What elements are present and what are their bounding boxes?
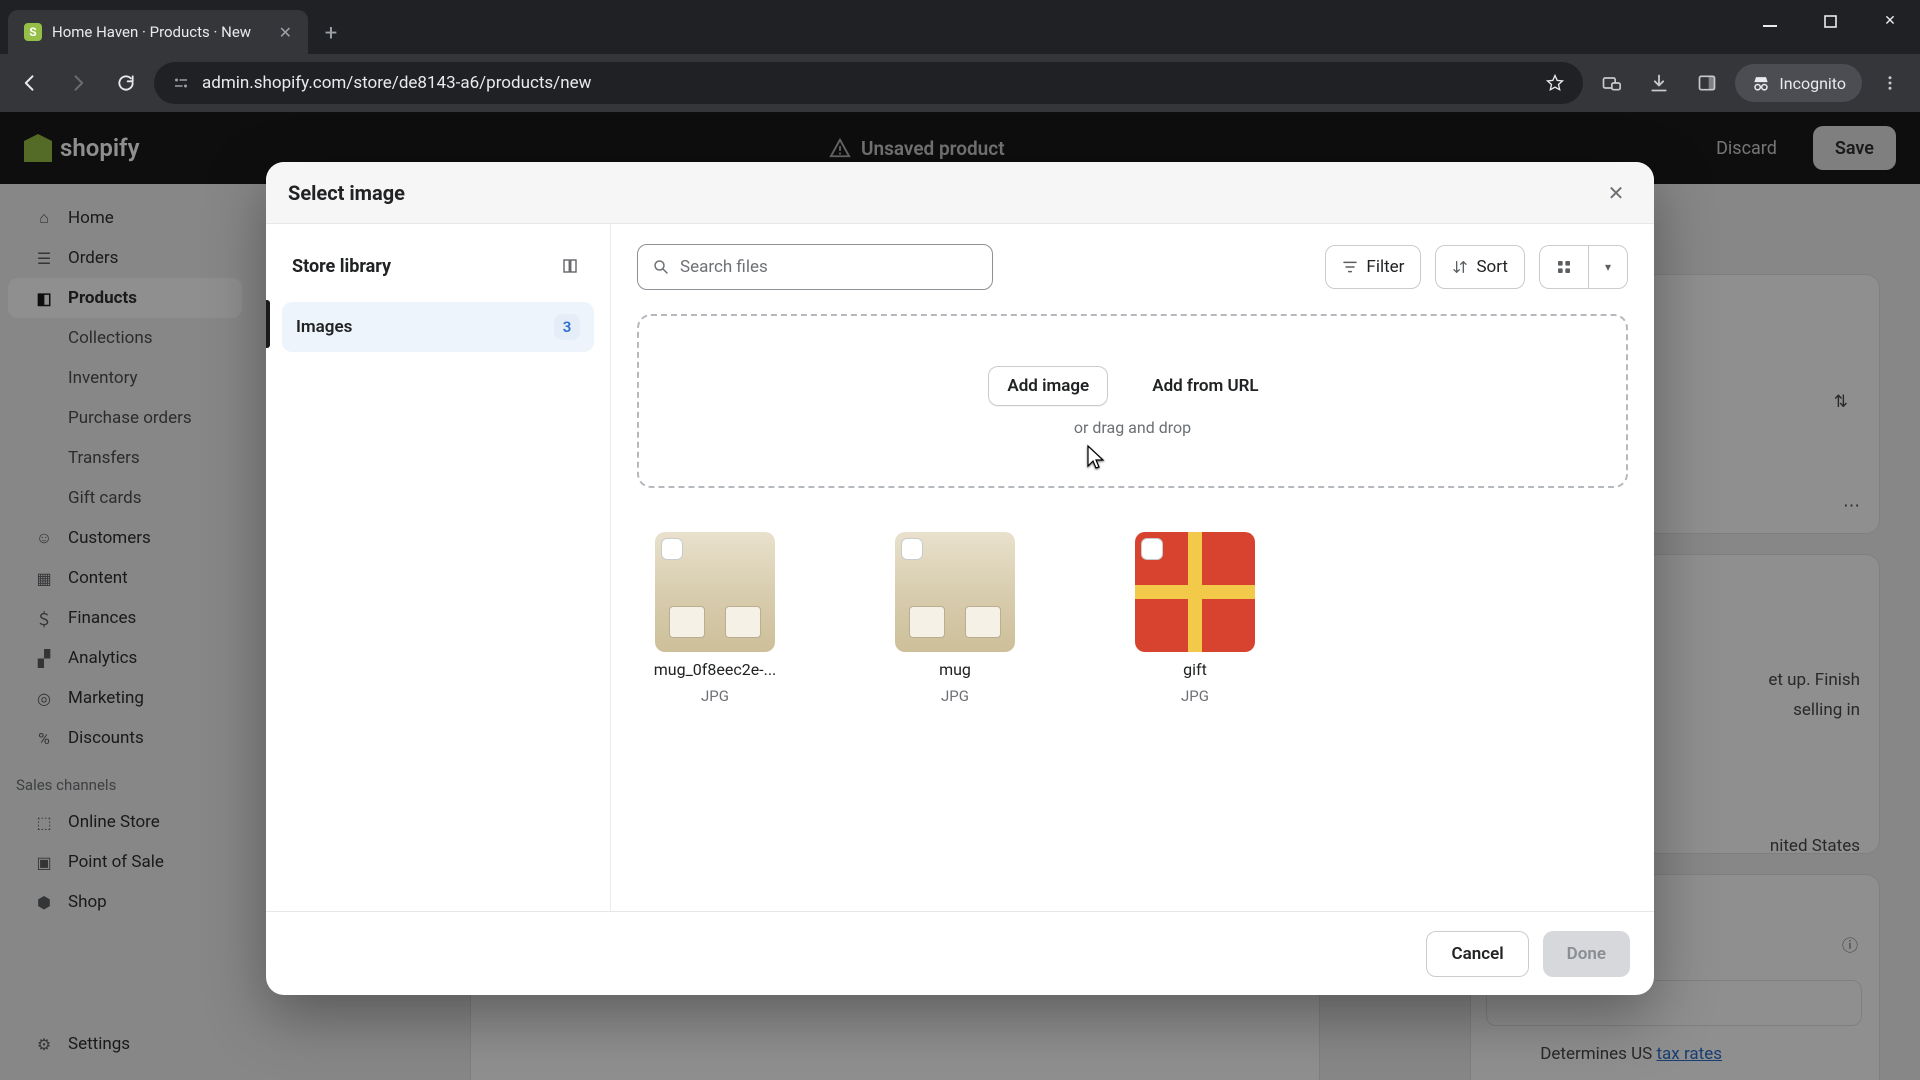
search-files-input[interactable]: Search files [637, 244, 993, 290]
site-settings-icon[interactable] [172, 74, 190, 92]
sidepanel-icon[interactable] [1687, 63, 1727, 103]
tab-close-icon[interactable]: ✕ [279, 23, 292, 42]
incognito-icon [1751, 73, 1771, 93]
upload-dropzone[interactable]: Add image Add from URL or drag and drop [637, 314, 1628, 488]
chevron-down-icon: ▾ [1605, 260, 1611, 274]
library-collapse-icon[interactable] [554, 250, 586, 282]
add-from-url-button[interactable]: Add from URL [1134, 366, 1276, 406]
file-thumb[interactable]: mug_0f8eec2e-... JPG [645, 532, 785, 705]
filter-button[interactable]: Filter [1325, 245, 1421, 289]
thumb-name: gift [1183, 660, 1207, 679]
view-dropdown-button[interactable]: ▾ [1588, 245, 1628, 289]
dropzone-hint: or drag and drop [1074, 418, 1191, 437]
images-filter[interactable]: Images 3 [282, 302, 594, 352]
thumb-checkbox[interactable] [901, 538, 923, 560]
view-grid-button[interactable] [1539, 245, 1588, 289]
file-thumb[interactable]: mug JPG [885, 532, 1025, 705]
browser-tab[interactable]: S Home Haven · Products · New ✕ [8, 10, 308, 54]
thumb-name: mug_0f8eec2e-... [654, 660, 777, 679]
browser-toolbar: admin.shopify.com/store/de8143-a6/produc… [0, 54, 1920, 112]
active-marker [266, 300, 270, 348]
url-text: admin.shopify.com/store/de8143-a6/produc… [202, 73, 1533, 93]
thumb-image [1135, 532, 1255, 652]
tab-title: Home Haven · Products · New [52, 23, 269, 41]
nav-forward-button[interactable] [58, 63, 98, 103]
search-placeholder: Search files [680, 257, 768, 277]
nav-reload-button[interactable] [106, 63, 146, 103]
sort-button[interactable]: Sort [1435, 245, 1525, 289]
images-filter-label: Images [296, 317, 352, 337]
thumb-ext: JPG [941, 687, 969, 705]
modal-title: Select image [288, 181, 405, 205]
filter-icon [1342, 259, 1358, 275]
new-tab-button[interactable]: + [314, 16, 348, 50]
file-grid: mug_0f8eec2e-... JPG mug JPG gift [637, 512, 1628, 725]
shopify-favicon-icon: S [24, 23, 42, 41]
address-bar[interactable]: admin.shopify.com/store/de8143-a6/produc… [154, 62, 1583, 104]
window-close-button[interactable]: ✕ [1860, 0, 1920, 42]
incognito-badge[interactable]: Incognito [1735, 64, 1862, 102]
modal-sidebar: Store library Images 3 [266, 224, 611, 911]
thumb-ext: JPG [701, 687, 729, 705]
thumb-ext: JPG [1181, 687, 1209, 705]
window-maximize-button[interactable] [1800, 0, 1860, 42]
modal-close-button[interactable]: ✕ [1600, 177, 1632, 209]
browser-menu-icon[interactable] [1870, 63, 1910, 103]
select-image-modal: Select image ✕ Store library Images 3 [266, 162, 1654, 995]
bookmark-star-icon[interactable] [1545, 73, 1565, 93]
downloads-icon[interactable] [1639, 63, 1679, 103]
images-count-badge: 3 [554, 314, 580, 340]
grid-icon [1556, 259, 1572, 275]
thumb-image [895, 532, 1015, 652]
media-control-icon[interactable] [1591, 63, 1631, 103]
browser-tabstrip: S Home Haven · Products · New ✕ + ✕ [0, 0, 1920, 54]
done-button[interactable]: Done [1543, 931, 1630, 977]
thumb-checkbox[interactable] [1141, 538, 1163, 560]
thumb-checkbox[interactable] [661, 538, 683, 560]
thumb-name: mug [939, 660, 971, 679]
add-image-button[interactable]: Add image [988, 366, 1108, 406]
modal-overlay: Select image ✕ Store library Images 3 [0, 112, 1920, 1080]
nav-back-button[interactable] [10, 63, 50, 103]
window-minimize-button[interactable] [1740, 0, 1800, 42]
thumb-image [655, 532, 775, 652]
sort-icon [1452, 259, 1468, 275]
store-library-label: Store library [292, 256, 391, 277]
search-icon [652, 258, 670, 276]
incognito-label: Incognito [1779, 74, 1846, 93]
cancel-button[interactable]: Cancel [1426, 931, 1528, 977]
file-thumb[interactable]: gift JPG [1125, 532, 1265, 705]
